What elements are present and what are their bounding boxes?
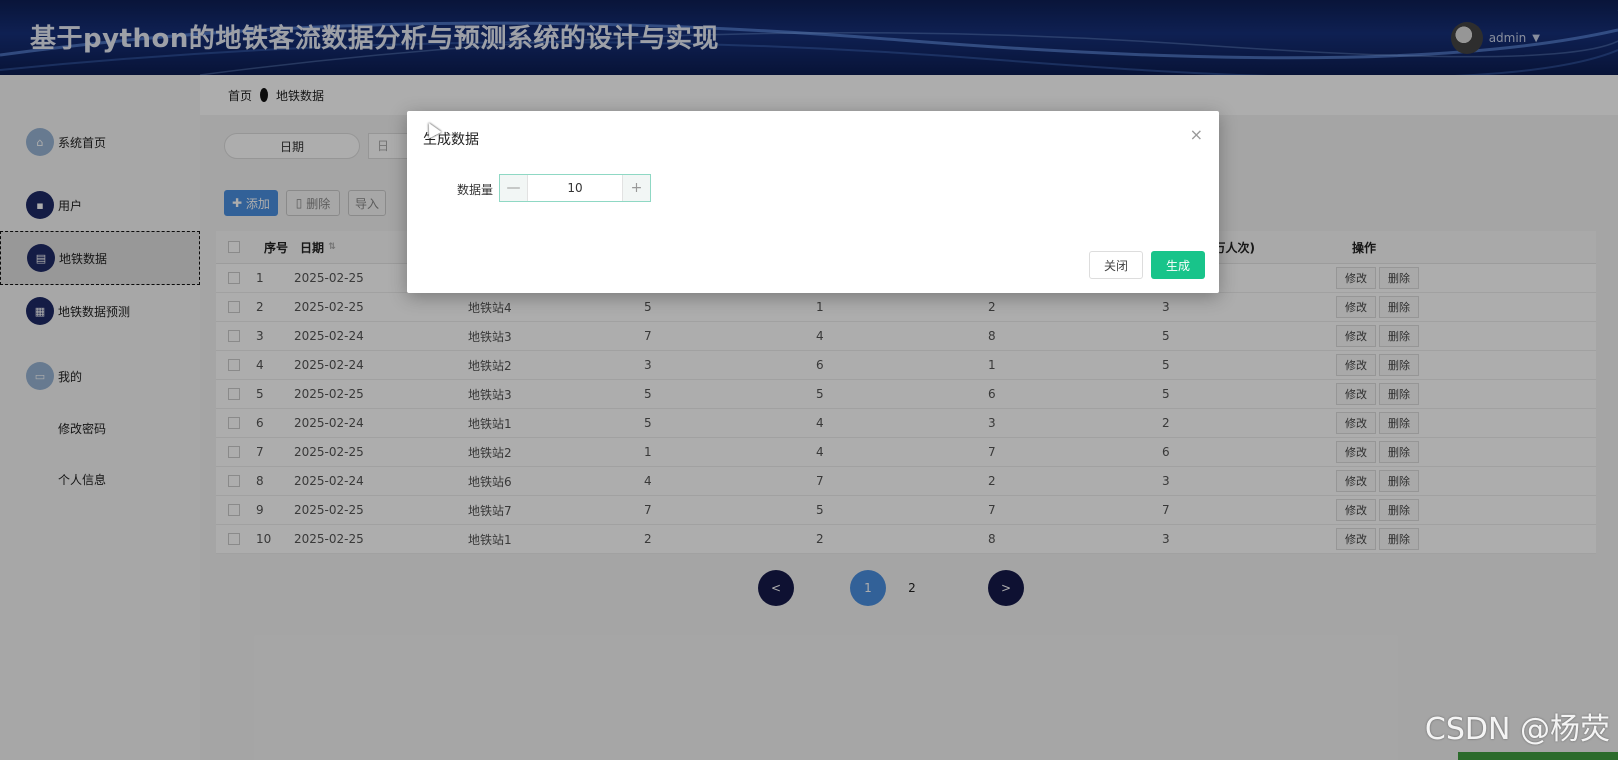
quantity-label: 数据量 bbox=[457, 183, 494, 197]
taskbar-fragment bbox=[1458, 752, 1618, 760]
generate-data-dialog: 生成数据 × 数据量 — 10 + 关闭 生成 bbox=[407, 111, 1219, 293]
increment-button[interactable]: + bbox=[623, 175, 650, 201]
quantity-stepper[interactable]: — 10 + bbox=[499, 174, 651, 202]
decrement-button[interactable]: — bbox=[500, 175, 527, 201]
close-button[interactable]: 关闭 bbox=[1089, 251, 1143, 279]
quantity-input[interactable]: 10 bbox=[527, 175, 623, 201]
close-icon[interactable]: × bbox=[1190, 125, 1203, 144]
generate-button[interactable]: 生成 bbox=[1151, 251, 1205, 279]
watermark: CSDN @杨荧 bbox=[1424, 712, 1610, 747]
